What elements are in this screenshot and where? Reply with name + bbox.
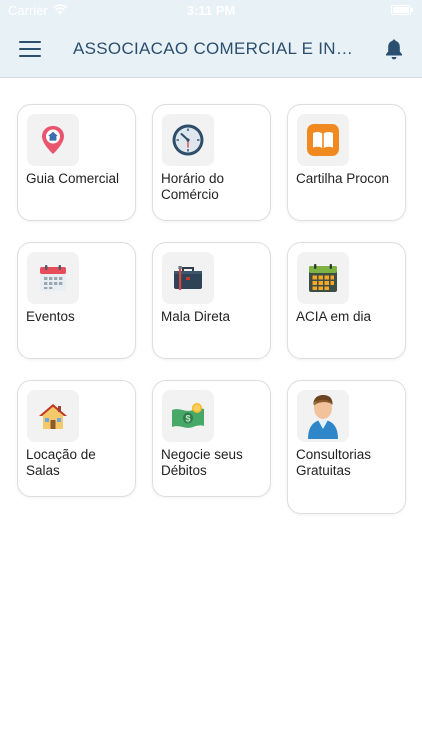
card-label: Mala Direta	[161, 309, 231, 324]
card-label: Guia Comercial	[26, 171, 120, 186]
card-consultorias-gratuitas[interactable]: Consultorias Gratuitas	[287, 380, 406, 514]
card-label: Locação de Salas	[26, 447, 96, 478]
status-time: 3:11 PM	[186, 3, 236, 18]
card-acia-em-dia[interactable]: ACIA em dia	[287, 242, 406, 359]
card-horario-do-comercio[interactable]: Horário do Comércio	[152, 104, 271, 221]
svg-text:$: $	[185, 414, 190, 424]
briefcase-icon	[162, 252, 214, 304]
card-cartilha-procon[interactable]: Cartilha Procon	[287, 104, 406, 221]
battery-icon	[391, 5, 413, 15]
house-icon	[27, 390, 79, 442]
card-label: Negocie seus Débitos	[161, 447, 243, 478]
calendar-icon	[27, 252, 79, 304]
card-label: Eventos	[26, 309, 75, 324]
app-header: Carrier 3:11 PM ASSOCIACAO COMERCIAL E I…	[0, 0, 422, 78]
page-title: ASSOCIACAO COMERCIAL E INDUSTRIAL	[73, 39, 353, 58]
consultant-person-icon	[297, 390, 349, 442]
calendar-grid-icon	[297, 252, 349, 304]
money-icon: $	[162, 390, 214, 442]
card-negocie-seus-debitos[interactable]: $ Negocie seus Débitos	[152, 380, 271, 497]
card-label: ACIA em dia	[296, 309, 372, 324]
card-locacao-de-salas[interactable]: Locação de Salas	[17, 380, 136, 497]
card-label: Cartilha Procon	[296, 171, 390, 186]
map-pin-home-icon	[27, 114, 79, 166]
card-guia-comercial[interactable]: Guia Comercial	[17, 104, 136, 221]
clock-icon	[162, 114, 214, 166]
status-bar: Carrier 3:11 PM	[0, 0, 422, 22]
card-label: Horário do Comércio	[161, 171, 225, 202]
book-icon	[297, 114, 349, 166]
card-label: Consultorias Gratuitas	[296, 447, 372, 478]
card-eventos[interactable]: Eventos	[17, 242, 136, 359]
hamburger-menu-icon[interactable]	[19, 41, 41, 57]
bell-icon[interactable]	[384, 38, 404, 60]
card-mala-direta[interactable]: Mala Direta	[152, 242, 271, 359]
